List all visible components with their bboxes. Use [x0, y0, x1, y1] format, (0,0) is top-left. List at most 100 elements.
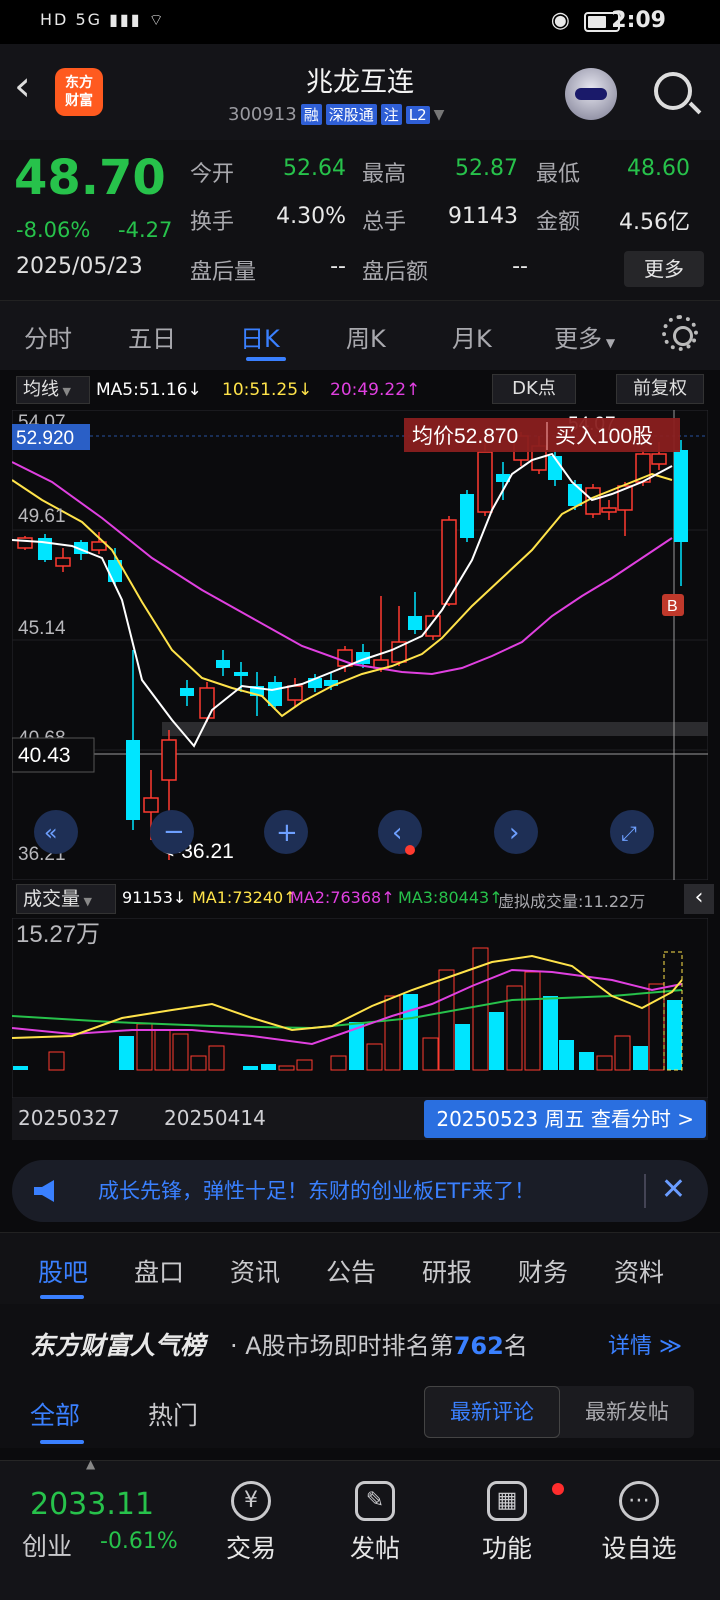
- volume-bar: [422, 1037, 439, 1071]
- popularity-rank-row[interactable]: 东方财富人气榜 · A股市场即时排名第762名 详情 ≫: [0, 1304, 720, 1376]
- ma-selector[interactable]: 均线 ▼: [16, 376, 90, 404]
- low-label: 最低: [536, 162, 581, 187]
- volume-bar: [438, 969, 455, 1071]
- more-dots-icon: ⋯: [619, 1481, 659, 1521]
- expand-icon: ⤢: [621, 821, 637, 845]
- tab-daily-k[interactable]: 日K: [240, 319, 280, 354]
- gear-icon[interactable]: [662, 315, 698, 351]
- signal-indicators: HD 5G ▮▮▮ ⌔: [40, 10, 166, 29]
- volume-bar: [455, 1024, 470, 1070]
- forum-sub-tabs: 全部 热门 最新评论 最新发帖: [0, 1376, 720, 1448]
- candle-body: [234, 672, 248, 676]
- chevron-down-icon[interactable]: ▼: [434, 107, 445, 123]
- nav-post[interactable]: ✎ 发帖: [330, 1481, 420, 1565]
- vol-ma3: MA3:80443↑: [398, 888, 503, 907]
- support-band: [162, 722, 708, 736]
- candle-body: [143, 797, 159, 813]
- nav-functions[interactable]: ▦ 功能: [462, 1481, 552, 1565]
- robot-assistant-icon[interactable]: [565, 68, 617, 120]
- nav-trade-label: 交易: [225, 1534, 276, 1563]
- date-label-2: 20250414: [164, 1106, 266, 1130]
- volume-bar: [190, 1055, 207, 1071]
- tag-margin: 融: [300, 104, 322, 125]
- sort-newest-post[interactable]: 最新发帖: [560, 1386, 694, 1438]
- dk-point-button[interactable]: DK点: [492, 374, 576, 404]
- volume-bar: [330, 1055, 347, 1071]
- candle-body: [477, 451, 493, 513]
- volume-bar: [119, 1036, 134, 1070]
- volume-indicator-bar: 成交量 ▼ 91153↓ MA1:73240↑ MA2:76368↑ MA3:8…: [0, 882, 720, 916]
- dropdown-caret-icon: ▼: [602, 336, 616, 350]
- y-label-current: 52.920: [16, 428, 74, 449]
- virtual-volume: 虚拟成交量:11.22万: [498, 892, 646, 911]
- tab-all[interactable]: 全部: [30, 1396, 80, 1432]
- bottom-nav: ▲ 2033.11 创业 -0.61% ¥ 交易 ✎ 发帖 ▦ 功能 ⋯ 设自选: [0, 1457, 720, 1600]
- tab-monthly-k[interactable]: 月K: [452, 319, 492, 354]
- status-bar: HD 5G ▮▮▮ ⌔ ◉ 2:09: [0, 0, 720, 44]
- section-tab-underline: [40, 1295, 84, 1299]
- ma-selector-label: 均线: [23, 379, 59, 400]
- rank-details-link[interactable]: 详情 ≫: [608, 1328, 682, 1360]
- tab-forum[interactable]: 股吧: [38, 1253, 88, 1289]
- tab-five-day[interactable]: 五日: [128, 319, 176, 354]
- nav-watchlist[interactable]: ⋯ 设自选: [594, 1481, 684, 1565]
- kline-chart[interactable]: 54.07 52.920 49.61 45.14 40.68 40.43 36.…: [12, 410, 708, 880]
- dropdown-caret-icon: ▼: [80, 895, 92, 908]
- grid-icon: ▦: [487, 1481, 527, 1521]
- search-icon[interactable]: [654, 72, 692, 110]
- volume-chart[interactable]: 15.27万: [12, 918, 708, 1098]
- index-name[interactable]: 创业: [22, 1527, 72, 1563]
- chevron-right-icon: ›: [509, 818, 519, 848]
- clock: 2:09: [611, 8, 666, 33]
- tab-weekly-k[interactable]: 周K: [346, 319, 386, 354]
- ma10-value: 10:51.25↓: [222, 380, 313, 400]
- candle-body: [287, 685, 303, 701]
- amount-label: 金额: [536, 210, 581, 235]
- crosshair-price-label: 40.43: [18, 744, 71, 767]
- volume-bar: [543, 996, 558, 1070]
- volume-bar: [403, 994, 418, 1070]
- period-tabs: 分时 五日 日K 周K 月K 更多 ▼: [0, 300, 720, 370]
- tooltip-buy[interactable]: 买入100股: [555, 425, 653, 448]
- vol-ma2: MA2:76368↑: [290, 888, 395, 907]
- tab-more[interactable]: 更多 ▼: [554, 319, 615, 354]
- index-change: -0.61%: [100, 1529, 178, 1554]
- forward-adjust-button[interactable]: 前复权: [616, 374, 704, 404]
- tab-news[interactable]: 资讯: [230, 1253, 280, 1289]
- nav-functions-label: 功能: [481, 1534, 532, 1563]
- stock-code: 300913: [228, 104, 297, 125]
- volume-bar: [614, 1035, 631, 1071]
- after-hours-volume-value: --: [330, 254, 346, 279]
- candle-body: [425, 615, 441, 637]
- tab-profile[interactable]: 资料: [614, 1253, 664, 1289]
- volume-selector[interactable]: 成交量 ▼: [16, 884, 116, 914]
- tab-intraday[interactable]: 分时: [24, 319, 72, 354]
- tab-finance[interactable]: 财务: [518, 1253, 568, 1289]
- after-hours-volume-label: 盘后量: [190, 260, 257, 285]
- index-value[interactable]: 2033.11: [30, 1487, 154, 1522]
- turnover-label: 换手: [190, 210, 235, 235]
- change-amount: -4.27: [118, 218, 173, 242]
- tab-hot[interactable]: 热门: [148, 1396, 198, 1432]
- volume-max-label: 15.27万: [16, 921, 100, 948]
- promo-banner[interactable]: 成长先锋，弹性十足！东财的创业板ETF来了！ ✕: [12, 1160, 708, 1222]
- buy-signal-marker[interactable]: B: [667, 598, 678, 615]
- plus-icon: +: [276, 818, 298, 848]
- volume-bar: [172, 1033, 189, 1071]
- view-intraday-button[interactable]: 20250523 周五 查看分时 >: [424, 1100, 706, 1138]
- close-icon[interactable]: ✕: [661, 1172, 686, 1207]
- sort-newest-comment[interactable]: 最新评论: [424, 1386, 560, 1438]
- collapse-panel-button[interactable]: ‹: [684, 884, 714, 914]
- ma20-value: 20:49.22↑: [330, 380, 421, 400]
- tab-research[interactable]: 研报: [422, 1253, 472, 1289]
- volume-bar: [243, 1066, 258, 1070]
- more-button[interactable]: 更多: [624, 251, 704, 287]
- tab-announcements[interactable]: 公告: [326, 1253, 376, 1289]
- candle-body: [216, 660, 230, 668]
- rank-brand: 东方财富人气榜: [30, 1331, 206, 1360]
- rank-number: 762: [453, 1332, 504, 1360]
- tag-l2: L2: [405, 105, 430, 124]
- nav-trade[interactable]: ¥ 交易: [206, 1481, 296, 1565]
- vol-ma1: MA1:73240↑: [192, 888, 297, 907]
- tab-order-book[interactable]: 盘口: [134, 1253, 184, 1289]
